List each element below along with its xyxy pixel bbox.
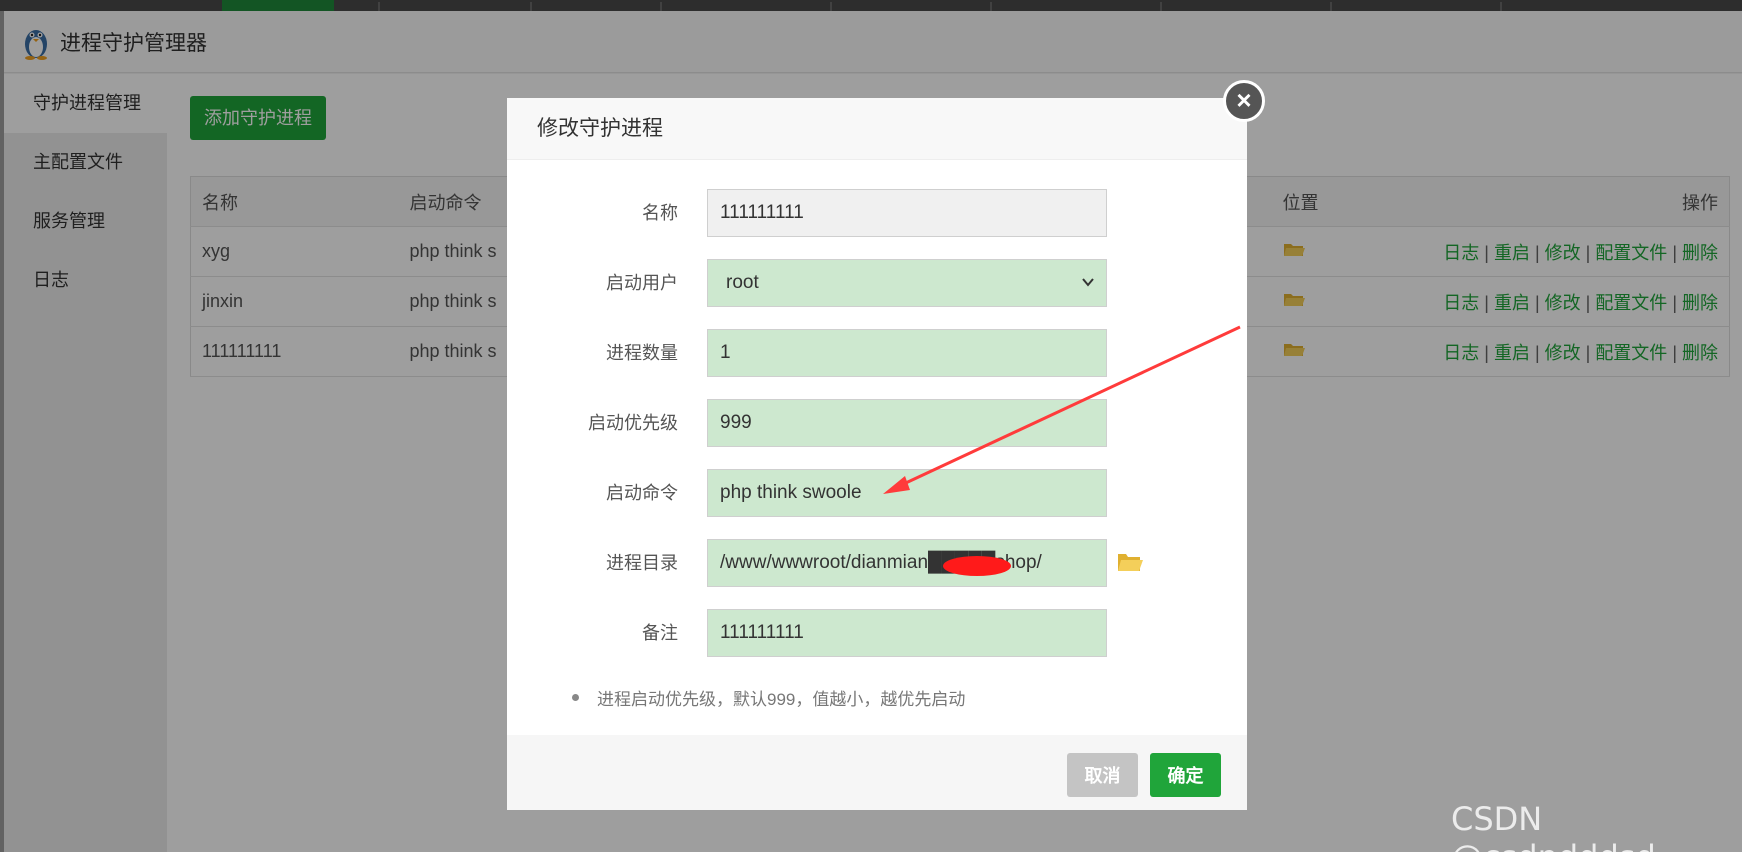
chevron-down-icon (1082, 278, 1094, 287)
edit-daemon-dialog: 修改守护进程 名称 111111111 启动用户 root 进程数量 1 启动优… (507, 98, 1247, 810)
count-label: 进程数量 (606, 343, 678, 363)
command-label: 启动命令 (606, 483, 678, 503)
user-select-value: root (726, 272, 759, 293)
form-row-dir: 进程目录 /www/wwwroot/dianmian█████shop/ (507, 539, 1247, 587)
name-label: 名称 (642, 203, 678, 223)
form-row-note: 备注 111111111 (507, 609, 1247, 657)
redaction-mark (943, 556, 1011, 576)
bullet-icon (572, 694, 579, 701)
csdn-watermark: CSDN @csdndddsd (1451, 800, 1656, 852)
command-input[interactable]: php think swoole (707, 469, 1107, 517)
form-row-name: 名称 111111111 (507, 189, 1247, 237)
close-icon[interactable]: × (1223, 80, 1265, 122)
dialog-footer: 取消 确定 (507, 735, 1247, 810)
form-row-command: 启动命令 php think swoole (507, 469, 1247, 517)
confirm-button[interactable]: 确定 (1150, 753, 1221, 797)
priority-input[interactable]: 999 (707, 399, 1107, 447)
user-label: 启动用户 (606, 273, 678, 293)
note-label: 备注 (642, 623, 678, 643)
user-select[interactable]: root (707, 259, 1107, 307)
name-field[interactable]: 111111111 (707, 189, 1107, 237)
form-row-count: 进程数量 1 (507, 329, 1247, 377)
cancel-button[interactable]: 取消 (1067, 753, 1138, 797)
dialog-title: 修改守护进程 (507, 98, 1247, 160)
priority-hint: 进程启动优先级，默认999，值越小，越优先启动 (597, 690, 966, 709)
priority-label: 启动优先级 (588, 413, 678, 433)
process-count-input[interactable]: 1 (707, 329, 1107, 377)
form-row-priority: 启动优先级 999 (507, 399, 1247, 447)
folder-open-icon[interactable] (1117, 551, 1143, 573)
form-row-user: 启动用户 root (507, 259, 1247, 307)
dir-label: 进程目录 (606, 553, 678, 573)
note-input[interactable]: 111111111 (707, 609, 1107, 657)
directory-input[interactable]: /www/wwwroot/dianmian█████shop/ (707, 539, 1107, 587)
